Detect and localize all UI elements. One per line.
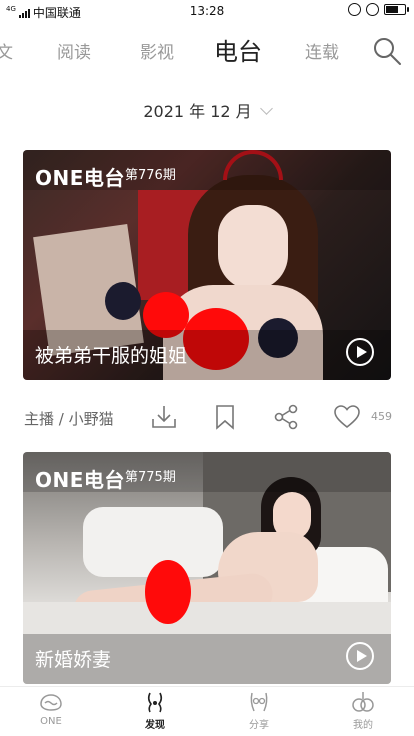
tab-serial[interactable]: 连载 xyxy=(305,38,339,63)
host-label[interactable]: 主播 / 小野猫 xyxy=(24,408,114,429)
nav-one[interactable]: ONE xyxy=(21,690,81,727)
battery-icon xyxy=(384,4,409,15)
bottom-nav: ONE 发现 分享 我的 xyxy=(0,686,414,736)
top-tab-bar: 文 阅读 影视 电台 连载 xyxy=(0,28,414,72)
tab-movies[interactable]: 影视 xyxy=(140,38,174,63)
card-title: 新婚娇妻 xyxy=(35,649,112,671)
mute-icon xyxy=(348,3,361,16)
nav-discover[interactable]: 发现 xyxy=(125,690,185,731)
like-count: 459 xyxy=(371,410,392,423)
radio-card[interactable]: ONE电台 第775期 新婚娇妻 xyxy=(23,452,391,684)
bookmark-icon[interactable] xyxy=(210,402,240,432)
issue-number: 第775期 xyxy=(125,470,176,485)
search-icon[interactable] xyxy=(372,36,402,66)
discover-icon xyxy=(147,692,163,713)
one-icon xyxy=(40,694,62,711)
tab-text[interactable]: 文 xyxy=(0,38,13,63)
radio-card[interactable]: ONE电台 第776期 被弟弟干服的姐姐 xyxy=(23,150,391,380)
nav-profile[interactable]: 我的 xyxy=(333,690,393,731)
month-label: 2021 年 12 月 xyxy=(143,102,252,121)
share-icon[interactable] xyxy=(271,402,301,432)
photo-face xyxy=(218,205,288,290)
tab-reading[interactable]: 阅读 xyxy=(57,38,91,63)
play-icon[interactable] xyxy=(346,338,374,366)
one-radio-logo: ONE电台 xyxy=(35,468,125,492)
censor-mark xyxy=(145,560,191,624)
issue-number: 第776期 xyxy=(125,168,176,183)
tab-radio[interactable]: 电台 xyxy=(214,32,262,67)
card-title: 被弟弟干服的姐姐 xyxy=(35,345,188,367)
alarm-icon xyxy=(366,3,379,16)
play-icon[interactable] xyxy=(346,642,374,670)
share-icon xyxy=(250,692,268,712)
card-actions: 主播 / 小野猫 459 xyxy=(0,398,414,438)
profile-icon xyxy=(352,692,374,712)
month-selector[interactable]: 2021 年 12 月 xyxy=(0,98,414,122)
one-radio-logo: ONE电台 xyxy=(35,166,125,190)
status-bar: 4G 中国联通 13:28 xyxy=(0,0,414,22)
nav-share[interactable]: 分享 xyxy=(229,690,289,731)
photo-glove-left xyxy=(105,282,141,320)
download-icon[interactable] xyxy=(149,402,179,432)
chevron-down-icon xyxy=(259,102,273,115)
heart-icon[interactable] xyxy=(332,402,362,432)
